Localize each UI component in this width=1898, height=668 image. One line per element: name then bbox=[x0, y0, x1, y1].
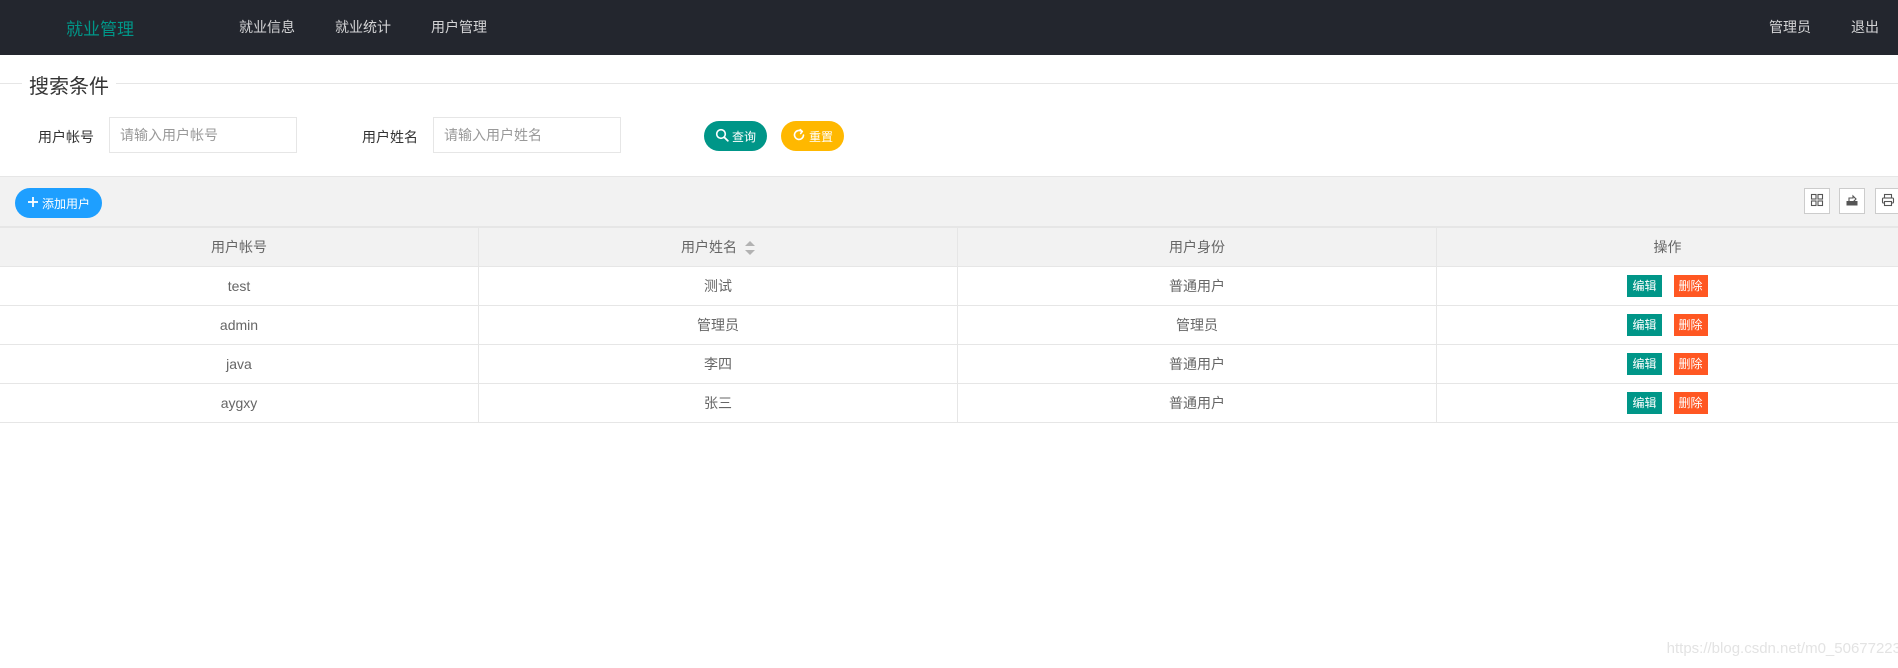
column-header-name-label: 用户姓名 bbox=[681, 239, 737, 255]
edit-button[interactable]: 编辑 bbox=[1627, 275, 1662, 297]
delete-button[interactable]: 删除 bbox=[1673, 275, 1708, 297]
table-toolbar: 添加用户 bbox=[0, 176, 1898, 227]
table-header-row: 用户帐号 用户姓名 用户身份 操作 bbox=[0, 227, 1898, 267]
cell-actions: 编辑 删除 bbox=[1436, 344, 1898, 384]
columns-filter-button[interactable] bbox=[1804, 188, 1830, 214]
reset-button[interactable]: 重置 bbox=[781, 121, 844, 151]
edit-button[interactable]: 编辑 bbox=[1627, 353, 1662, 375]
sort-icon[interactable] bbox=[745, 241, 755, 256]
column-header-actions: 操作 bbox=[1436, 227, 1898, 267]
export-button[interactable] bbox=[1839, 188, 1865, 214]
cell-name: 张三 bbox=[478, 383, 958, 423]
edit-button[interactable]: 编辑 bbox=[1627, 392, 1662, 414]
cell-name: 测试 bbox=[478, 266, 958, 306]
nav-item-employment-info[interactable]: 就业信息 bbox=[239, 17, 295, 37]
query-button[interactable]: 查询 bbox=[704, 121, 767, 151]
current-user-menu[interactable]: 管理员 bbox=[1769, 17, 1811, 37]
delete-button[interactable]: 删除 bbox=[1673, 392, 1708, 414]
cell-name: 李四 bbox=[478, 344, 958, 384]
export-icon bbox=[1845, 193, 1859, 210]
account-label: 用户帐号 bbox=[38, 129, 94, 145]
table-row: test 测试 普通用户 编辑 删除 bbox=[0, 266, 1898, 306]
delete-button[interactable]: 删除 bbox=[1673, 353, 1708, 375]
cell-role: 管理员 bbox=[957, 305, 1437, 345]
add-user-label: 添加用户 bbox=[41, 196, 90, 211]
column-header-role: 用户身份 bbox=[957, 227, 1437, 267]
account-search-input[interactable] bbox=[109, 117, 297, 153]
cell-actions: 编辑 删除 bbox=[1436, 305, 1898, 345]
delete-button[interactable]: 删除 bbox=[1673, 314, 1708, 336]
top-nav-bar: 就业管理 就业信息 就业统计 用户管理 管理员 退出 bbox=[0, 0, 1898, 55]
cell-role: 普通用户 bbox=[957, 266, 1437, 306]
reset-button-label: 重置 bbox=[808, 129, 833, 144]
table-body: test 测试 普通用户 编辑 删除 admin 管理员 管理员 编辑 删除 java 李四 普通用户编… bbox=[0, 266, 1898, 423]
cell-account: java bbox=[0, 344, 479, 384]
brand-title[interactable]: 就业管理 bbox=[66, 15, 134, 40]
nav-item-user-management[interactable]: 用户管理 bbox=[431, 17, 487, 37]
print-icon bbox=[1881, 193, 1895, 210]
cell-actions: 编辑 删除 bbox=[1436, 383, 1898, 423]
print-button[interactable] bbox=[1875, 188, 1898, 214]
watermark-text: https://blog.csdn.net/m0_50677223 bbox=[1666, 640, 1898, 657]
column-header-account: 用户帐号 bbox=[0, 227, 479, 267]
table-row: admin 管理员 管理员 编辑 删除 bbox=[0, 305, 1898, 345]
users-table: 用户帐号 用户姓名 用户身份 操作 test 测试 普通用户 编辑 删除 admin 管理员… bbox=[0, 227, 1898, 423]
nav-item-employment-stats[interactable]: 就业统计 bbox=[335, 17, 391, 37]
search-icon bbox=[715, 128, 729, 145]
cell-account: aygxy bbox=[0, 383, 479, 423]
name-search-input[interactable] bbox=[433, 117, 621, 153]
name-label: 用户姓名 bbox=[362, 129, 418, 145]
cell-role: 普通用户 bbox=[957, 383, 1437, 423]
logout-link[interactable]: 退出 bbox=[1851, 17, 1879, 37]
plus-icon bbox=[27, 196, 39, 211]
add-user-button[interactable]: 添加用户 bbox=[15, 188, 102, 218]
cell-actions: 编辑 删除 bbox=[1436, 266, 1898, 306]
cell-account: test bbox=[0, 266, 479, 306]
cell-name: 管理员 bbox=[478, 305, 958, 345]
table-row: aygxy 张三 普通用户 编辑 删除 bbox=[0, 383, 1898, 423]
refresh-icon bbox=[792, 128, 806, 145]
search-legend: 搜索条件 bbox=[22, 70, 116, 99]
cell-account: admin bbox=[0, 305, 479, 345]
column-header-name[interactable]: 用户姓名 bbox=[478, 227, 958, 267]
query-button-label: 查询 bbox=[731, 129, 756, 144]
table-row: java 李四 普通用户 编辑 删除 bbox=[0, 344, 1898, 384]
columns-icon bbox=[1810, 193, 1824, 210]
fieldset-border bbox=[0, 83, 1898, 84]
edit-button[interactable]: 编辑 bbox=[1627, 314, 1662, 336]
cell-role: 普通用户 bbox=[957, 344, 1437, 384]
